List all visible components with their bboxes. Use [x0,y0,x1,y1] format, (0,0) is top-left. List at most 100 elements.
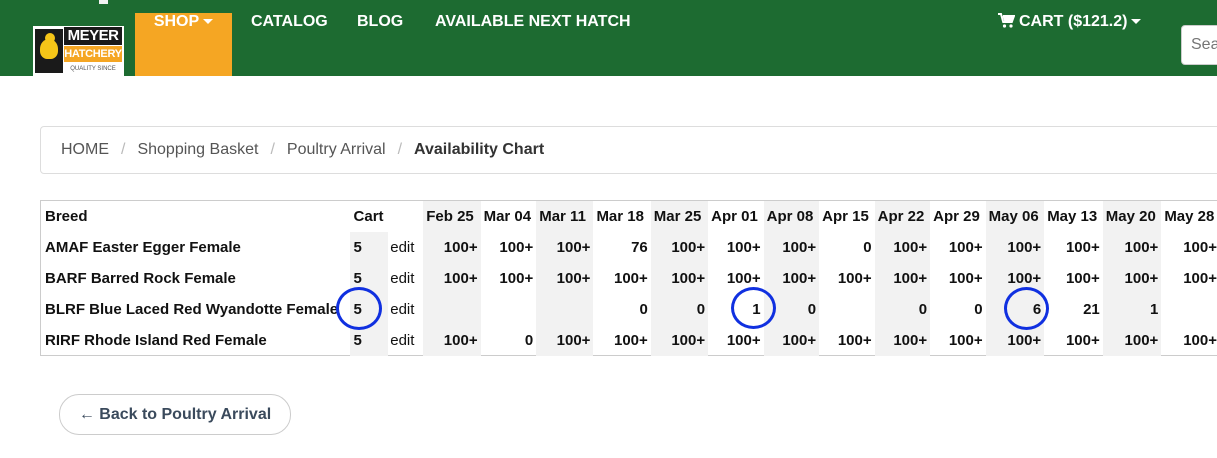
availability-cell: 0 [639,301,648,318]
breed-name: AMAF Easter Egger Female [45,239,241,256]
availability-cell: 100+ [536,325,594,356]
availability-cell: 100+ [613,332,648,349]
cart-quantity: 5 [349,325,389,356]
availability-cell: 100+ [423,325,481,356]
header-breed: Breed [45,208,88,225]
availability-cell: 0 [863,239,872,256]
header-date: May 13 [1047,208,1098,225]
logo-line1: MEYER [64,27,122,45]
availability-cell: 0 [874,294,931,325]
cart-quantity: 5 [349,232,389,263]
meyer-hatchery-logo[interactable]: MEYER HATCHERY QUALITY SINCE 1985 [33,26,124,76]
availability-cell: 100+ [1065,332,1100,349]
breadcrumb-shopping-basket[interactable]: Shopping Basket [137,141,258,159]
back-to-poultry-arrival-button[interactable]: ← Back to Poultry Arrival [59,394,291,435]
availability-cell: 100+ [1183,332,1217,349]
header-date: Mar 25 [650,201,709,232]
nav-blog[interactable]: BLOG [357,13,403,76]
availability-cell: 100+ [726,239,761,256]
edit-link[interactable]: edit [388,325,423,356]
availability-cell: 100+ [1183,239,1217,256]
availability-cell: 100+ [1183,270,1217,287]
header-date: Feb 25 [423,201,481,232]
breadcrumb-separator: / [121,141,126,158]
table-row: RIRF Rhode Island Red Female 5 edit 100+… [41,325,1217,356]
availability-cell: 100+ [874,232,931,263]
availability-cell: 100+ [763,232,820,263]
header-date: Apr 29 [933,208,980,225]
nav-cart-dropdown[interactable]: CART ($121.2) [998,12,1142,76]
edit-link[interactable]: edit [388,294,423,325]
header-date: Apr 22 [874,201,931,232]
breed-name: RIRF Rhode Island Red Female [45,332,267,349]
header-date: Mar 04 [483,208,532,225]
breadcrumb-home[interactable]: HOME [61,141,109,159]
availability-cell: 100+ [1065,239,1100,256]
availability-cell: 0 [974,301,983,318]
header-date: May 28 [1164,208,1215,225]
availability-cell: 100+ [650,232,709,263]
edit-link[interactable]: edit [388,263,423,294]
availability-cell: 100+ [985,232,1045,263]
header-date: Apr 01 [711,208,758,225]
availability-cell: 0 [763,294,820,325]
table-row: BLRF Blue Laced Red Wyandotte Female 5 e… [41,294,1217,325]
availability-cell [1161,294,1217,325]
caret-down-icon [1131,19,1142,25]
availability-cell: 100+ [1102,325,1162,356]
header-date: Mar 18 [596,208,644,225]
logo-tagline: QUALITY SINCE 1985 [70,66,116,72]
availability-cell: 100+ [726,332,761,349]
availability-cell: 100+ [948,270,983,287]
breed-name: BARF Barred Rock Female [45,270,236,287]
availability-chart: Breed Cart Feb 25 Mar 04 Mar 11 Mar 18 M… [40,200,1217,356]
availability-cell: 100+ [650,263,709,294]
availability-cell: 100+ [499,239,534,256]
table-row: AMAF Easter Egger Female 5 edit 100+ 100… [41,232,1217,263]
availability-cell [481,294,537,325]
availability-cell: 21 [1083,301,1100,318]
availability-cell: 100+ [985,263,1045,294]
cart-quantity: 5 [349,263,389,294]
table-row: BARF Barred Rock Female 5 edit 100+ 100+… [41,263,1217,294]
availability-cell: 100+ [650,325,709,356]
availability-cell: 100+ [874,263,931,294]
edit-link[interactable]: edit [388,232,423,263]
availability-cell: 100+ [1102,263,1162,294]
top-strip [0,0,1217,13]
availability-table: Breed Cart Feb 25 Mar 04 Mar 11 Mar 18 M… [41,201,1217,356]
header-date: May 06 [985,201,1045,232]
availability-cell: 100+ [948,332,983,349]
nav-catalog[interactable]: CATALOG [251,13,328,76]
header-edit [388,201,423,232]
nav-available-next-hatch[interactable]: AVAILABLE NEXT HATCH [435,13,631,76]
availability-cell: 100+ [948,239,983,256]
nav-shop-dropdown[interactable]: SHOP [135,13,232,76]
availability-cell [423,294,481,325]
caret-down-icon [203,19,214,25]
header-date: May 20 [1102,201,1162,232]
availability-cell: 100+ [874,325,931,356]
availability-cell: 100+ [423,232,481,263]
availability-cell: 100+ [536,263,594,294]
header-cart: Cart [353,208,384,225]
availability-cell: 100+ [763,263,820,294]
logo-line2: HATCHERY [64,46,122,62]
header-date: Apr 15 [822,208,869,225]
availability-cell: 100+ [763,325,820,356]
breadcrumb-separator: / [397,141,403,158]
breadcrumb: HOME / Shopping Basket / Poultry Arrival… [40,126,1217,174]
availability-cell: 100+ [499,270,534,287]
availability-cell: 100+ [423,263,481,294]
availability-cell: 100+ [1102,232,1162,263]
availability-cell: 100+ [536,232,594,263]
availability-cell [536,294,594,325]
search-input[interactable] [1181,25,1217,65]
availability-cell: 100+ [613,270,648,287]
nav-cart-label: CART ($121.2) [1019,13,1128,30]
shopping-cart-icon [998,12,1015,28]
availability-cell: 0 [650,294,709,325]
top-strip-mark [99,0,108,4]
table-header-row: Breed Cart Feb 25 Mar 04 Mar 11 Mar 18 M… [41,201,1217,232]
breadcrumb-poultry-arrival[interactable]: Poultry Arrival [287,141,386,159]
